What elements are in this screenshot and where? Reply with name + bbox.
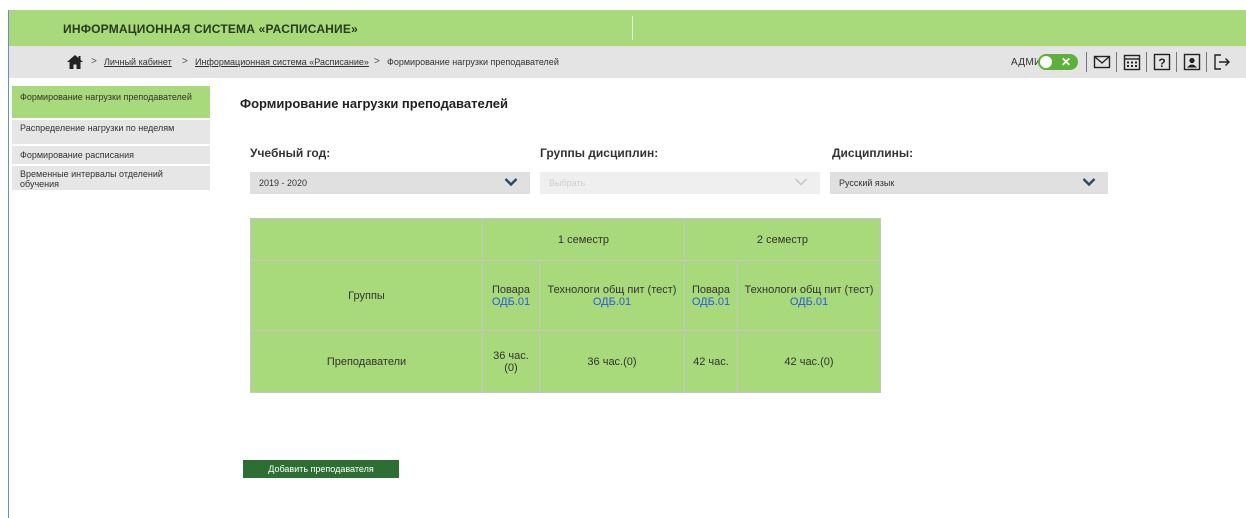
sidebar-item-load-by-weeks[interactable]: Распределение нагрузки по неделям: [12, 120, 210, 144]
table-corner-cell: [250, 218, 483, 261]
table-row: Группы Повара ОДБ.01 Технологи общ пит (…: [250, 260, 881, 331]
sidebar: Формирование нагрузки преподавателей Рас…: [12, 86, 210, 192]
profile-icon[interactable]: [1183, 53, 1201, 71]
discipline-groups-placeholder: Выбрать: [549, 178, 586, 188]
year-label: Учебный год:: [250, 146, 331, 160]
teacher-load-table: 1 семестр 2 семестр Группы Повара ОДБ.01…: [250, 218, 881, 393]
header-divider: [632, 16, 633, 40]
cropped-top-text: [0, 0, 1246, 10]
chevron-down-icon: [1082, 178, 1096, 187]
disciplines-select-value: Русский язык: [839, 178, 895, 188]
groups-row-label: Группы: [250, 260, 483, 331]
discipline-code-link[interactable]: ОДБ.01: [689, 296, 733, 308]
discipline-code-link[interactable]: ОДБ.01: [487, 296, 535, 308]
calendar-icon[interactable]: [1123, 53, 1141, 71]
breadcrumb-link-system[interactable]: Информационная система «Расписание»: [195, 57, 369, 67]
group-cell: Повара ОДБ.01: [684, 260, 738, 331]
group-name: Повара: [691, 283, 731, 296]
group-name: Технологи общ пит (тест): [547, 283, 677, 296]
toggle-knob: [1040, 56, 1052, 68]
svg-text:?: ?: [1158, 56, 1165, 70]
help-icon[interactable]: ?: [1153, 53, 1171, 71]
home-icon[interactable]: [66, 54, 84, 70]
sidebar-item-label: Формирование расписания: [20, 150, 135, 160]
discipline-code-link[interactable]: ОДБ.01: [544, 296, 680, 308]
app-header: ИНФОРМАЦИОННАЯ СИСТЕМА «РАСПИСАНИЕ»: [9, 10, 1246, 46]
year-select-value: 2019 - 2020: [259, 178, 308, 188]
admin-toggle[interactable]: ✕: [1038, 54, 1078, 70]
disciplines-select[interactable]: Русский язык: [830, 172, 1108, 194]
teachers-row-label: Преподаватели: [250, 330, 483, 393]
semester-1-header: 1 семестр: [482, 218, 685, 261]
toolbar-divider: [1116, 52, 1117, 72]
hours-cell[interactable]: 42 час.: [684, 330, 738, 393]
add-teacher-button[interactable]: Добавить преподавателя: [243, 460, 399, 478]
page-title: Формирование нагрузки преподавателей: [240, 96, 509, 111]
chevron-down-icon: [794, 178, 808, 186]
logout-icon[interactable]: [1213, 53, 1231, 71]
toolbar-divider: [1176, 52, 1177, 72]
hours-cell[interactable]: 42 час.(0): [737, 330, 881, 393]
toggle-close-icon: ✕: [1061, 55, 1072, 69]
table-row: Преподаватели 36 час.(0) 36 час.(0) 42 ч…: [250, 330, 881, 393]
sidebar-item-schedule[interactable]: Формирование расписания: [12, 146, 210, 164]
sidebar-item-label: Формирование нагрузки преподавателей: [20, 92, 192, 102]
semester-2-header: 2 семестр: [684, 218, 881, 261]
breadcrumb-link-cabinet[interactable]: Личный кабинет: [104, 57, 172, 67]
toolbar-divider: [1206, 52, 1207, 72]
app-title: ИНФОРМАЦИОННАЯ СИСТЕМА «РАСПИСАНИЕ»: [63, 22, 358, 36]
toolbar-divider: [1086, 52, 1087, 72]
breadcrumb-separator: >: [374, 56, 380, 67]
sidebar-item-load-forming[interactable]: Формирование нагрузки преподавателей: [12, 86, 210, 118]
discipline-code-link[interactable]: ОДБ.01: [742, 296, 876, 308]
sidebar-item-label: Распределение нагрузки по неделям: [20, 123, 175, 133]
table-row: 1 семестр 2 семестр: [250, 218, 881, 261]
hours-cell[interactable]: 36 час.(0): [482, 330, 540, 393]
breadcrumb-separator: >: [182, 56, 188, 67]
group-cell: Технологи общ пит (тест) ОДБ.01: [737, 260, 881, 331]
mail-icon[interactable]: [1093, 53, 1111, 71]
group-cell: Технологи общ пит (тест) ОДБ.01: [539, 260, 685, 331]
hours-cell[interactable]: 36 час.(0): [539, 330, 685, 393]
disciplines-label: Дисциплины:: [832, 146, 914, 160]
breadcrumb: > Личный кабинет > Информационная систем…: [9, 46, 1246, 78]
sidebar-item-time-intervals[interactable]: Временные интервалы отделений обучения: [12, 166, 210, 190]
group-name: Технологи общ пит (тест): [744, 283, 874, 296]
year-select[interactable]: 2019 - 2020: [250, 172, 530, 194]
discipline-groups-label: Группы дисциплин:: [540, 146, 659, 160]
discipline-groups-select[interactable]: Выбрать: [540, 172, 820, 194]
group-name: Повара: [491, 283, 531, 296]
sidebar-item-label: Временные интервалы отделений обучения: [20, 169, 163, 189]
toolbar-divider: [1146, 52, 1147, 72]
breadcrumb-current: Формирование нагрузки преподавателей: [387, 57, 559, 67]
breadcrumb-separator: >: [91, 56, 97, 67]
chevron-down-icon: [504, 178, 518, 187]
group-cell: Повара ОДБ.01: [482, 260, 540, 331]
